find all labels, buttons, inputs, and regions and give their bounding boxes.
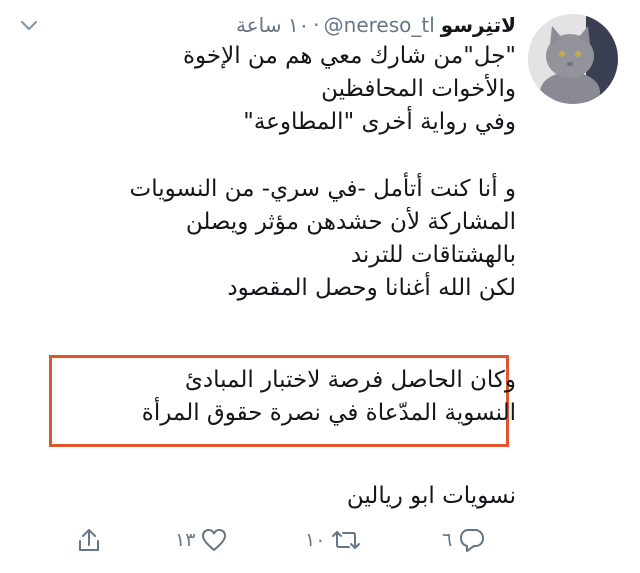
header-separator: ·	[313, 13, 320, 37]
highlighted-line: وكان الحاصل فرصة لاختبار المبادئ	[184, 367, 516, 393]
body-line: والأخوات المحافظين	[321, 76, 516, 102]
like-icon	[199, 525, 229, 555]
tweet: لاتنِرسو @nereso_tl · ١٠ ساعة "جل"من شار…	[0, 0, 640, 573]
tweet-body: "جل"من شارك معي هم من الإخوة والأخوات ال…	[36, 40, 516, 305]
avatar[interactable]	[528, 14, 618, 104]
display-name[interactable]: لاتنِرسو	[441, 13, 516, 37]
tweet-actions: ١٣ ١٠ ٦	[60, 520, 520, 560]
reply-button[interactable]: ٦	[442, 520, 488, 560]
like-count: ١٣	[175, 529, 196, 551]
timestamp[interactable]: ١٠ ساعة	[236, 13, 309, 37]
retweet-count: ١٠	[305, 529, 326, 551]
tweet-trailer: نسويات ابو ريالين	[346, 483, 516, 509]
retweet-button[interactable]: ١٠	[305, 520, 363, 560]
highlighted-line: النسوية المدّعاة في نصرة حقوق المرأة	[141, 400, 516, 426]
share-button[interactable]	[74, 520, 110, 560]
chevron-down-icon[interactable]	[18, 14, 40, 36]
like-button[interactable]: ١٣	[175, 520, 229, 560]
retweet-icon	[329, 525, 363, 555]
reply-count: ٦	[442, 529, 453, 551]
share-icon	[74, 525, 104, 555]
body-line: "جل"من شارك معي هم من الإخوة	[182, 43, 516, 69]
cat-avatar-image	[528, 14, 618, 104]
reply-icon	[456, 525, 488, 555]
body-line: بالهشتاقات للترند	[350, 242, 516, 268]
user-handle[interactable]: @nereso_tl	[324, 13, 435, 37]
body-line: لكن الله أغنانا وحصل المقصود	[227, 275, 516, 301]
highlighted-text: وكان الحاصل فرصة لاختبار المبادئ النسوية…	[56, 364, 516, 430]
tweet-header: لاتنِرسو @nereso_tl · ١٠ ساعة	[236, 10, 516, 40]
body-line: وفي رواية أخرى "المطاوعة"	[243, 109, 516, 135]
body-line: و أنا كنت أتأمل -في سري- من النسويات	[129, 176, 516, 202]
body-line: المشاركة لأن حشدهن مؤثر ويصلن	[185, 209, 516, 235]
